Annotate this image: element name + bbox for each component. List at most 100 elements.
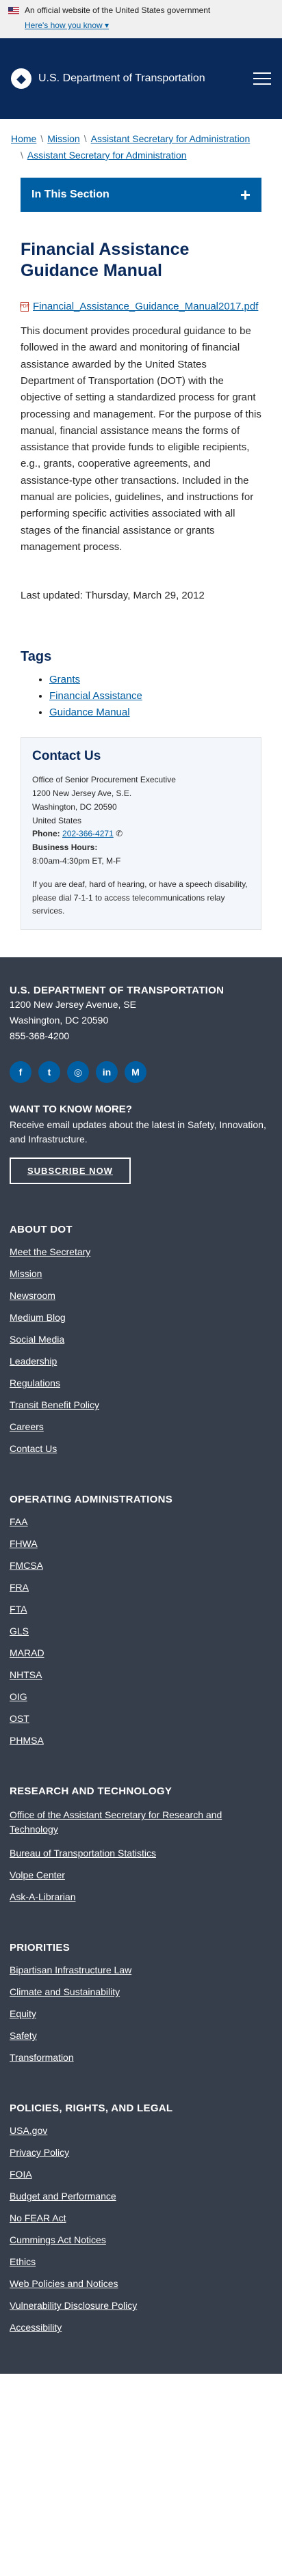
footer-operating: OPERATING ADMINISTRATIONS FAA FHWA FMCSA… bbox=[10, 1494, 272, 1746]
breadcrumb-home[interactable]: Home bbox=[11, 133, 36, 144]
hours-value: 8:00am-4:30pm ET, M-F bbox=[32, 856, 121, 866]
contact-box: Contact Us Office of Senior Procurement … bbox=[21, 737, 261, 931]
footer-link[interactable]: Bipartisan Infrastructure Law bbox=[10, 1964, 272, 1975]
contact-country: United States bbox=[32, 815, 82, 825]
footer-link[interactable]: Contact Us bbox=[10, 1443, 272, 1454]
footer-street: 1200 New Jersey Avenue, SE bbox=[10, 999, 136, 1011]
footer-link[interactable]: Budget and Performance bbox=[10, 2191, 272, 2202]
footer-link[interactable]: Bureau of Transportation Statistics bbox=[10, 1848, 272, 1859]
site-footer: U.S. DEPARTMENT OF TRANSPORTATION 1200 N… bbox=[0, 957, 282, 2374]
medium-icon[interactable]: M bbox=[125, 1061, 146, 1084]
footer-city: Washington, DC 20590 bbox=[10, 1015, 109, 1026]
body-text: This document provides procedural guidan… bbox=[21, 325, 261, 553]
footer-link[interactable]: FOIA bbox=[10, 2169, 272, 2180]
footer-link[interactable]: Climate and Sustainability bbox=[10, 1986, 272, 1997]
us-flag-icon bbox=[8, 6, 19, 14]
breadcrumb-asa-current[interactable]: Assistant Secretary for Administration bbox=[27, 150, 187, 161]
footer-link[interactable]: Safety bbox=[10, 2030, 272, 2041]
social-links: f t ◎ in M bbox=[10, 1061, 272, 1084]
pdf-download-link[interactable]: Financial_Assistance_Guidance_Manual2017… bbox=[33, 301, 258, 312]
footer-link[interactable]: FHWA bbox=[10, 1538, 272, 1549]
breadcrumb-asa[interactable]: Assistant Secretary for Administration bbox=[91, 133, 251, 144]
footer-link[interactable]: FAA bbox=[10, 1516, 272, 1527]
footer-link[interactable]: Accessibility bbox=[10, 2322, 272, 2333]
footer-org: U.S. DEPARTMENT OF TRANSPORTATION bbox=[10, 985, 225, 997]
in-this-section-label: In This Section bbox=[31, 188, 110, 200]
main-content: Financial Assistance Guidance Manual PDF… bbox=[0, 239, 282, 722]
gov-banner: An official website of the United States… bbox=[0, 0, 282, 38]
footer-link[interactable]: Transit Benefit Policy bbox=[10, 1399, 272, 1410]
footer-link[interactable]: Regulations bbox=[10, 1378, 272, 1388]
footer-link[interactable]: FTA bbox=[10, 1604, 272, 1615]
tags-list: Grants Financial Assistance Guidance Man… bbox=[21, 672, 261, 721]
footer-link[interactable]: FMCSA bbox=[10, 1560, 272, 1571]
site-header: ◆ U.S. Department of Transportation bbox=[0, 38, 282, 119]
footer-link[interactable]: Equity bbox=[10, 2008, 272, 2019]
plus-icon: + bbox=[240, 184, 251, 205]
breadcrumb-mission[interactable]: Mission bbox=[47, 133, 79, 144]
footer-link[interactable]: No FEAR Act bbox=[10, 2212, 272, 2223]
pdf-icon: PDF bbox=[20, 301, 29, 312]
footer-link[interactable]: NHTSA bbox=[10, 1669, 272, 1680]
footer-link[interactable]: GLS bbox=[10, 1626, 272, 1636]
footer-link[interactable]: Web Policies and Notices bbox=[10, 2278, 272, 2289]
footer-link[interactable]: USA.gov bbox=[10, 2125, 272, 2136]
tag-grants[interactable]: Grants bbox=[49, 674, 80, 685]
contact-office: Office of Senior Procurement Executive bbox=[32, 775, 176, 785]
phone-link[interactable]: 202-366-4271 bbox=[62, 829, 114, 838]
footer-link[interactable]: Medium Blog bbox=[10, 1312, 272, 1323]
dot-logo-icon: ◆ bbox=[11, 68, 31, 89]
footer-link[interactable]: MARAD bbox=[10, 1647, 272, 1658]
hours-label: Business Hours: bbox=[32, 842, 98, 853]
gov-banner-text: An official website of the United States… bbox=[25, 5, 211, 15]
footer-priorities: PRIORITIES Bipartisan Infrastructure Law… bbox=[10, 1942, 272, 2063]
footer-link[interactable]: PHMSA bbox=[10, 1735, 272, 1746]
footer-link[interactable]: Vulnerability Disclosure Policy bbox=[10, 2300, 272, 2311]
footer-research-title: RESEARCH AND TECHNOLOGY bbox=[10, 1785, 172, 1798]
brand-link[interactable]: ◆ U.S. Department of Transportation bbox=[11, 68, 205, 89]
brand-name: U.S. Department of Transportation bbox=[38, 72, 205, 84]
footer-link[interactable]: Newsroom bbox=[10, 1290, 272, 1301]
want-title: WANT TO KNOW MORE? bbox=[10, 1104, 132, 1116]
footer-link[interactable]: Transformation bbox=[10, 2052, 272, 2063]
phone-icon: ✆ bbox=[116, 829, 123, 839]
footer-about: ABOUT DOT Meet the Secretary Mission New… bbox=[10, 1224, 272, 1454]
instagram-icon[interactable]: ◎ bbox=[67, 1061, 89, 1084]
footer-link[interactable]: Ethics bbox=[10, 2256, 272, 2267]
footer-policies: POLICIES, RIGHTS, AND LEGAL USA.gov Priv… bbox=[10, 2102, 272, 2333]
breadcrumb: Home \ Mission \ Assistant Secretary for Adm… bbox=[11, 133, 251, 161]
contact-street: 1200 New Jersey Ave, S.E. bbox=[32, 789, 132, 799]
menu-button[interactable] bbox=[253, 72, 271, 85]
footer-link[interactable]: Careers bbox=[10, 1421, 272, 1432]
footer-priorities-title: PRIORITIES bbox=[10, 1942, 70, 1954]
footer-link[interactable]: OIG bbox=[10, 1691, 272, 1702]
footer-link[interactable]: Mission bbox=[10, 1268, 272, 1279]
linkedin-icon[interactable]: in bbox=[96, 1061, 118, 1084]
heres-how-you-know-link[interactable]: Here's how you know ▾ bbox=[25, 20, 109, 30]
footer-link[interactable]: Ask-A-Librarian bbox=[10, 1891, 272, 1902]
subscribe-button[interactable]: SUBSCRIBE NOW bbox=[10, 1157, 131, 1185]
footer-link[interactable]: Privacy Policy bbox=[10, 2147, 272, 2158]
footer-operating-title: OPERATING ADMINISTRATIONS bbox=[10, 1494, 173, 1506]
footer-phone: 855-368-4200 bbox=[10, 1030, 70, 1042]
page-title: Financial Assistance Guidance Manual bbox=[21, 239, 190, 280]
accessibility-note: If you are deaf, hard of hearing, or hav… bbox=[32, 879, 248, 916]
tags-title: Tags bbox=[21, 649, 52, 665]
footer-link[interactable]: OST bbox=[10, 1713, 272, 1724]
footer-policies-title: POLICIES, RIGHTS, AND LEGAL bbox=[10, 2102, 173, 2115]
footer-link[interactable]: Office of the Assistant Secretary for Re… bbox=[10, 1808, 272, 1837]
footer-link[interactable]: Cummings Act Notices bbox=[10, 2234, 272, 2245]
twitter-icon[interactable]: t bbox=[38, 1061, 60, 1084]
in-this-section-toggle[interactable]: In This Section + bbox=[21, 177, 261, 212]
want-text: Receive email updates about the latest i… bbox=[10, 1119, 266, 1145]
footer-link[interactable]: Social Media bbox=[10, 1334, 272, 1345]
facebook-icon[interactable]: f bbox=[10, 1061, 31, 1084]
phone-label: Phone: bbox=[32, 829, 60, 839]
footer-link[interactable]: Volpe Center bbox=[10, 1869, 272, 1880]
footer-link[interactable]: Leadership bbox=[10, 1356, 272, 1367]
footer-link[interactable]: FRA bbox=[10, 1582, 272, 1593]
footer-link[interactable]: Meet the Secretary bbox=[10, 1246, 272, 1257]
last-updated: Last updated: Thursday, March 29, 2012 bbox=[21, 590, 205, 602]
tag-financial-assistance[interactable]: Financial Assistance bbox=[49, 690, 142, 702]
tag-guidance-manual[interactable]: Guidance Manual bbox=[49, 707, 130, 718]
